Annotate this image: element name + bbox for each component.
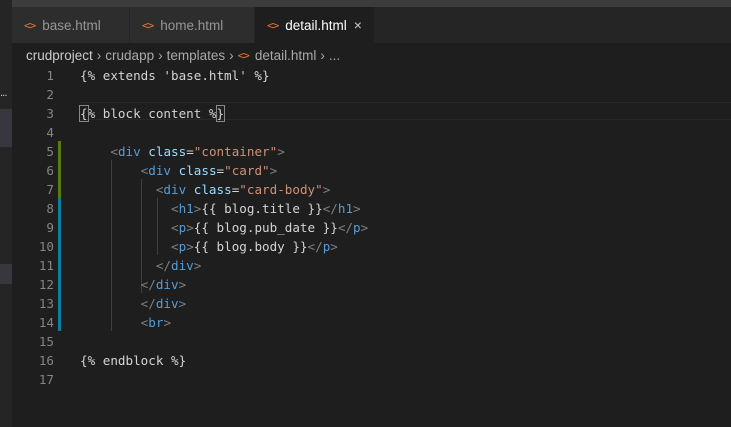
explorer-item-highlight [0,109,12,147]
code-line[interactable]: 12 </div> [12,275,731,294]
line-number: 8 [46,201,54,216]
line-number: 2 [46,87,54,102]
tab-home-html[interactable]: <> home.html [130,7,255,43]
chevron-right-icon: › [96,47,102,63]
code-text: </div> [140,296,187,311]
line-number: 12 [38,277,54,292]
breadcrumb-item[interactable]: crudproject [26,48,93,63]
code-line[interactable]: 9 <p>{{ blog.pub_date }}</p> [12,218,731,237]
code-text: <br> [140,315,172,330]
code-line[interactable]: 17 [12,370,731,389]
code-line[interactable]: 3 {% block content %} [12,104,731,123]
code-text: <div class="card-body"> [155,182,331,197]
line-number: 7 [46,182,54,197]
tab-base-html[interactable]: <> base.html [12,7,130,43]
line-number: 17 [38,372,54,387]
code-line[interactable]: 2 [12,85,731,104]
text-cursor [224,106,226,121]
bracket-match-highlight: { [79,105,89,122]
line-number: 1 [46,68,54,83]
breadcrumb: crudproject › crudapp › templates › <> d… [26,45,340,65]
line-number: 13 [38,296,54,311]
code-line[interactable]: 15 [12,332,731,351]
code-text: {% block content %} [79,105,226,122]
line-number: 9 [46,220,54,235]
line-number: 14 [38,315,54,330]
editor-tab-bar: <> base.html <> home.html <> detail.html… [12,7,731,43]
code-line[interactable]: 4 [12,123,731,142]
tab-label: base.html [42,17,101,33]
line-number: 10 [38,239,54,254]
code-line[interactable]: 10 <p>{{ blog.body }}</p> [12,237,731,256]
line-number: 3 [46,106,54,121]
close-icon[interactable]: × [354,17,362,33]
code-line[interactable]: 1 {% extends 'base.html' %} [12,66,731,85]
more-actions-icon[interactable]: ··· [0,92,12,102]
breadcrumb-item[interactable]: detail.html [255,48,317,63]
code-text: <div class="container"> [110,144,285,159]
breadcrumb-item[interactable]: ... [329,48,340,63]
code-text: <div class="card"> [140,163,278,178]
code-editor[interactable]: 1 {% extends 'base.html' %} 2 3 {% block con… [12,65,731,427]
html-file-icon: <> [142,18,154,32]
breadcrumb-item[interactable]: crudapp [105,48,154,63]
code-line[interactable]: 13 </div> [12,294,731,313]
line-number: 16 [38,353,54,368]
explorer-item-highlight [0,264,12,284]
line-number: 5 [46,144,54,159]
title-bar-edge [0,0,731,7]
code-text: </div> [155,258,202,273]
line-number: 11 [38,258,54,273]
breadcrumb-item[interactable]: templates [167,48,226,63]
code-text: <p>{{ blog.pub_date }}</p> [171,220,369,235]
side-bar-edge: ··· [0,0,12,427]
tab-label: home.html [160,17,224,33]
code-line[interactable]: 6 <div class="card"> [12,161,731,180]
html-file-icon: <> [267,18,279,32]
chevron-right-icon: › [158,47,163,63]
code-line[interactable]: 11 </div> [12,256,731,275]
html-file-icon: <> [237,48,250,62]
code-text: </div> [140,277,187,292]
code-text: <h1>{{ blog.title }}</h1> [171,201,361,216]
code-line[interactable]: 16 {% endblock %} [12,351,731,370]
line-number: 6 [46,163,54,178]
code-line[interactable]: 7 <div class="card-body"> [12,180,731,199]
line-number: 4 [46,125,54,140]
code-line[interactable]: 14 <br> [12,313,731,332]
code-line[interactable]: 5 <div class="container"> [12,142,731,161]
chevron-right-icon: › [229,47,234,63]
line-number: 15 [38,334,54,349]
code-text: <p>{{ blog.body }}</p> [171,239,338,254]
html-file-icon: <> [24,18,36,32]
chevron-right-icon: › [320,47,325,63]
bracket-match-highlight: } [215,105,226,122]
code-line[interactable]: 8 <h1>{{ blog.title }}</h1> [12,199,731,218]
tab-label: detail.html [285,17,347,33]
tab-detail-html[interactable]: <> detail.html × [255,7,375,43]
code-text: {% extends 'base.html' %} [80,68,270,83]
code-text: {% endblock %} [80,353,187,368]
